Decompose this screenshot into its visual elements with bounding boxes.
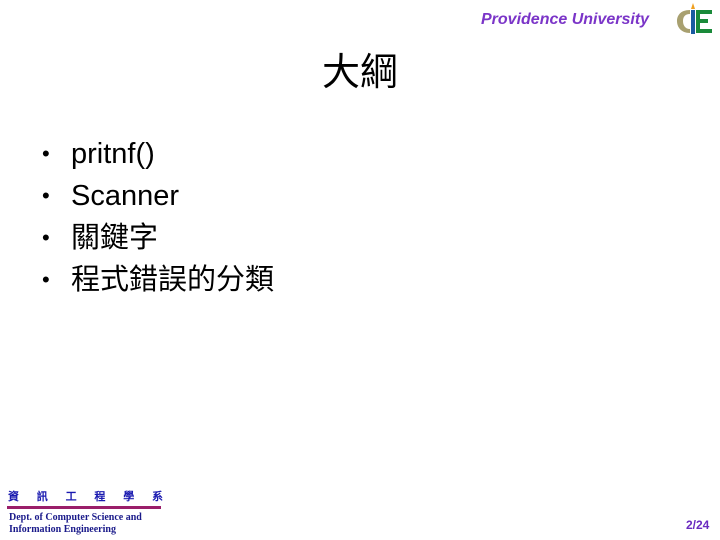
footer-divider — [7, 506, 161, 509]
dept-char: 學 — [123, 490, 135, 503]
bullet-text: pritnf() — [71, 138, 155, 170]
dept-chinese-name: 資 訊 工 程 學 系 — [8, 488, 163, 504]
bullet-dot-icon: • — [42, 267, 50, 292]
bullet-dot-icon: • — [42, 225, 50, 250]
dept-char: 系 — [151, 490, 163, 503]
bullet-dot-icon: • — [42, 183, 50, 208]
dept-char: 工 — [65, 490, 77, 503]
dept-english-name: Dept. of Computer Science and Informatio… — [9, 512, 142, 536]
dept-char: 訊 — [36, 490, 48, 503]
dept-english-line2: Information Engineering — [9, 524, 116, 535]
dept-char: 資 — [8, 490, 19, 503]
slide-title: 大綱 — [321, 50, 398, 94]
university-name: Providence University — [481, 11, 650, 28]
bullet-text: Scanner — [71, 180, 180, 212]
dept-char: 程 — [94, 490, 106, 503]
page-number: 2/24 — [686, 518, 710, 532]
csie-logo-icon — [674, 0, 716, 38]
bullet-text: 關鍵字 — [71, 222, 159, 254]
dept-english-line1: Dept. of Computer Science and — [9, 512, 142, 523]
bullet-text: 程式錯誤的分類 — [71, 264, 275, 296]
bullet-dot-icon: • — [42, 141, 50, 166]
